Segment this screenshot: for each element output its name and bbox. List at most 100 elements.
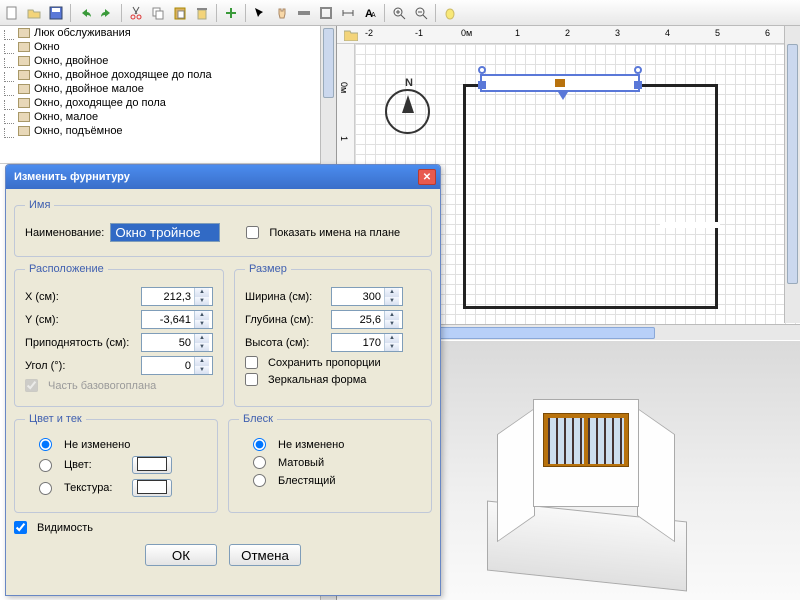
height-label: Высота (см): xyxy=(245,337,325,349)
tree-item-label: Люк обслуживания xyxy=(34,27,131,39)
radio-label: Не изменено xyxy=(278,439,344,451)
x-spinner[interactable]: ▲▼ xyxy=(141,287,213,306)
spin-down-icon[interactable]: ▼ xyxy=(385,343,399,352)
svg-text:A: A xyxy=(371,12,376,19)
copy-icon[interactable] xyxy=(148,3,168,23)
texture-radio[interactable] xyxy=(39,482,52,495)
shiny-radio[interactable] xyxy=(253,474,266,487)
tree-item[interactable]: Окно, подъёмное xyxy=(0,124,336,138)
spin-down-icon[interactable]: ▼ xyxy=(195,366,209,375)
keep-proportions-checkbox[interactable] xyxy=(245,356,258,369)
layers-icon[interactable] xyxy=(341,27,361,43)
tree-item[interactable]: Люк обслуживания xyxy=(0,26,336,40)
furniture-icon xyxy=(18,28,30,38)
select-icon[interactable] xyxy=(250,3,270,23)
spin-up-icon[interactable]: ▲ xyxy=(195,288,209,297)
spin-down-icon[interactable]: ▼ xyxy=(195,343,209,352)
texture-picker-button[interactable] xyxy=(132,479,172,497)
tree-item[interactable]: Окно, двойное xyxy=(0,54,336,68)
tree-item[interactable]: Окно, малое xyxy=(0,110,336,124)
spin-up-icon[interactable]: ▲ xyxy=(385,334,399,343)
color-radio[interactable] xyxy=(39,459,52,472)
name-input[interactable] xyxy=(110,223,220,242)
spin-down-icon[interactable]: ▼ xyxy=(385,320,399,329)
size-group: Размер Ширина (см):▲▼ Глубина (см):▲▼ Вы… xyxy=(234,263,432,407)
name-label: Наименование: xyxy=(25,227,104,239)
resize-handle[interactable] xyxy=(478,81,486,89)
dimension-icon[interactable] xyxy=(338,3,358,23)
furniture-icon xyxy=(18,84,30,94)
text-icon[interactable]: AA xyxy=(360,3,380,23)
radio-label: Цвет: xyxy=(64,459,124,471)
color-unchanged-radio[interactable] xyxy=(39,438,52,451)
redo-icon[interactable] xyxy=(97,3,117,23)
separator xyxy=(216,4,217,22)
elevation-spinner[interactable]: ▲▼ xyxy=(141,333,213,352)
zoom-out-icon[interactable] xyxy=(411,3,431,23)
angle-spinner[interactable]: ▲▼ xyxy=(141,356,213,375)
visibility-checkbox[interactable] xyxy=(14,521,27,534)
spin-up-icon[interactable]: ▲ xyxy=(195,334,209,343)
furniture-icon xyxy=(18,126,30,136)
tree-item-label: Окно, подъёмное xyxy=(34,125,123,137)
tree-item[interactable]: Окно, двойное доходящее до пола xyxy=(0,68,336,82)
color-picker-button[interactable] xyxy=(132,456,172,474)
undo-icon[interactable] xyxy=(75,3,95,23)
show-on-plan-checkbox[interactable] xyxy=(246,226,259,239)
spin-down-icon[interactable]: ▼ xyxy=(195,320,209,329)
open-icon[interactable] xyxy=(24,3,44,23)
spin-up-icon[interactable]: ▲ xyxy=(385,288,399,297)
save-icon[interactable] xyxy=(46,3,66,23)
y-spinner[interactable]: ▲▼ xyxy=(141,310,213,329)
help-icon[interactable] xyxy=(440,3,460,23)
elevation-label: Приподнятость (см): xyxy=(25,337,135,349)
tree-item[interactable]: Окно, двойное малое xyxy=(0,82,336,96)
scrollbar-thumb[interactable] xyxy=(787,44,798,284)
rotate-handle[interactable] xyxy=(634,66,642,74)
room-walls[interactable] xyxy=(463,84,718,309)
tree-item[interactable]: Окно xyxy=(0,40,336,54)
zoom-in-icon[interactable] xyxy=(389,3,409,23)
cancel-button[interactable]: Отмена xyxy=(229,544,301,566)
resize-handle[interactable] xyxy=(634,81,642,89)
rotate-handle[interactable] xyxy=(478,66,486,74)
main-toolbar: AA xyxy=(0,0,800,26)
scrollbar-thumb[interactable] xyxy=(323,28,334,98)
spin-down-icon[interactable]: ▼ xyxy=(385,297,399,306)
height-spinner[interactable]: ▲▼ xyxy=(331,333,403,352)
cut-icon[interactable] xyxy=(126,3,146,23)
tree-item-label: Окно, двойное xyxy=(34,55,108,67)
shine-unchanged-radio[interactable] xyxy=(253,438,266,451)
dialog-titlebar[interactable]: Изменить фурнитуру ✕ xyxy=(6,165,440,189)
wall-icon[interactable] xyxy=(294,3,314,23)
separator xyxy=(435,4,436,22)
tree-item-label: Окно xyxy=(34,41,60,53)
separator xyxy=(384,4,385,22)
spin-up-icon[interactable]: ▲ xyxy=(195,311,209,320)
mirror-checkbox[interactable] xyxy=(245,373,258,386)
tree-scrollbar[interactable] xyxy=(320,26,336,164)
depth-spinner[interactable]: ▲▼ xyxy=(331,310,403,329)
tree-item[interactable]: Окно, доходящее до пола xyxy=(0,96,336,110)
spin-down-icon[interactable]: ▼ xyxy=(195,297,209,306)
ok-button[interactable]: ОК xyxy=(145,544,217,566)
radio-label: Не изменено xyxy=(64,439,130,451)
room-icon[interactable] xyxy=(316,3,336,23)
spin-up-icon[interactable]: ▲ xyxy=(195,357,209,366)
furniture-tree[interactable]: Люк обслуживания Окно Окно, двойное Окно… xyxy=(0,26,336,164)
mirror-label: Зеркальная форма xyxy=(268,374,366,386)
plan-v-scrollbar[interactable] xyxy=(784,26,800,323)
paste-icon[interactable] xyxy=(170,3,190,23)
pan-icon[interactable] xyxy=(272,3,292,23)
visibility-label: Видимость xyxy=(37,522,93,534)
add-furniture-icon[interactable] xyxy=(221,3,241,23)
width-spinner[interactable]: ▲▼ xyxy=(331,287,403,306)
selected-window-object[interactable] xyxy=(480,74,640,92)
delete-icon[interactable] xyxy=(192,3,212,23)
furniture-icon xyxy=(18,70,30,80)
matte-radio[interactable] xyxy=(253,456,266,469)
close-icon[interactable]: ✕ xyxy=(418,169,436,185)
group-label: Цвет и тек xyxy=(25,413,86,425)
spin-up-icon[interactable]: ▲ xyxy=(385,311,399,320)
new-icon[interactable] xyxy=(2,3,22,23)
